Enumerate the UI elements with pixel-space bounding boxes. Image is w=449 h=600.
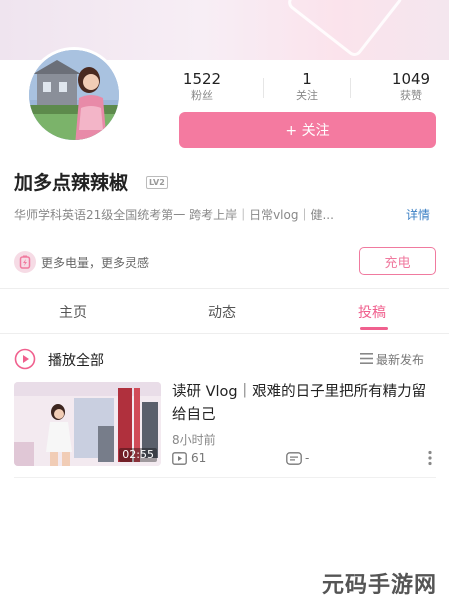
charge-button[interactable]: 充电 bbox=[359, 247, 436, 275]
stat-value: 1049 bbox=[391, 70, 431, 88]
profile-name: 加多点辣辣椒 bbox=[14, 172, 129, 194]
stat-followers[interactable]: 1522 粉丝 bbox=[162, 70, 242, 103]
tab-dynamic[interactable]: 动态 bbox=[208, 302, 236, 322]
tab-home[interactable]: 主页 bbox=[59, 302, 87, 322]
video-duration: 02:55 bbox=[119, 448, 157, 462]
follow-button[interactable]: + 关注 bbox=[179, 112, 436, 148]
play-circle-icon[interactable] bbox=[14, 348, 36, 370]
section-divider bbox=[0, 288, 449, 289]
video-timestamp: 8小时前 bbox=[172, 433, 216, 447]
stat-divider bbox=[263, 78, 264, 98]
list-divider bbox=[14, 477, 436, 478]
avatar-photo bbox=[29, 50, 119, 140]
comment-count: - bbox=[305, 451, 310, 465]
avatar[interactable] bbox=[26, 47, 122, 143]
comment-icon bbox=[286, 452, 302, 465]
profile-bio: 华师学科英语21级全国统考第一 跨考上岸｜日常vlog｜健... bbox=[14, 208, 334, 222]
tab-uploads[interactable]: 投稿 bbox=[358, 302, 386, 322]
play-count: 61 bbox=[191, 451, 207, 465]
stat-label: 粉丝 bbox=[191, 89, 213, 102]
stat-value: 1522 bbox=[182, 70, 222, 88]
battery-promo-text: 更多电量，更多灵感 bbox=[41, 256, 150, 270]
battery-icon bbox=[14, 251, 36, 273]
video-title[interactable]: 读研 Vlog｜艰难的日子里把所有精力留给自己 bbox=[172, 381, 440, 427]
banner-decoration bbox=[284, 0, 406, 60]
more-options-icon[interactable] bbox=[427, 450, 433, 466]
play-count-icon bbox=[172, 452, 187, 465]
stat-likes[interactable]: 1049 获赞 bbox=[371, 70, 449, 103]
sort-icon[interactable] bbox=[360, 353, 373, 364]
stat-value: 1 bbox=[302, 70, 312, 88]
tab-active-indicator bbox=[360, 327, 388, 330]
play-all-button[interactable]: 播放全部 bbox=[48, 350, 104, 370]
video-thumbnail[interactable]: 02:55 bbox=[14, 382, 161, 466]
bio-details-link[interactable]: 详情 bbox=[406, 206, 430, 223]
stat-label: 获赞 bbox=[400, 89, 422, 102]
tabs-divider bbox=[0, 333, 449, 334]
sort-button[interactable]: 最新发布 bbox=[376, 351, 424, 368]
level-badge: LV2 bbox=[146, 176, 168, 189]
stat-label: 关注 bbox=[296, 89, 318, 102]
stat-divider bbox=[350, 78, 351, 98]
stat-following[interactable]: 1 关注 bbox=[267, 70, 347, 103]
site-watermark: 元码手游网 bbox=[322, 573, 438, 598]
